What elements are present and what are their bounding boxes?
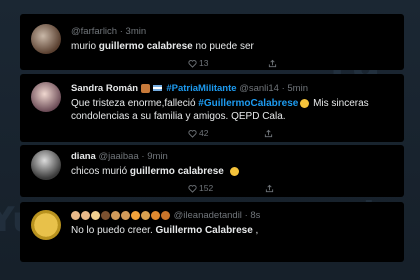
crying-emoji-icon (300, 98, 310, 108)
tweet-text: No lo puedo creer. Guillermo Calabrese , (71, 225, 259, 236)
like-icon[interactable] (188, 58, 197, 68)
tweet-header: @ileanadetandil · 8s (71, 210, 260, 221)
like-icon[interactable] (188, 128, 197, 138)
tweet-time[interactable]: 3min (126, 26, 147, 37)
hashtag-link[interactable]: #GuillermoCalabrese (198, 98, 298, 109)
tweet-card[interactable]: Sandra Román #PatriaMilitante @sanli14 ·… (20, 74, 404, 142)
sad-emoji-icon (229, 166, 239, 176)
avatar[interactable] (31, 24, 61, 54)
tweet-time[interactable]: 8s (250, 210, 260, 221)
tweet-text: chicos murió guillermo calabrese (71, 165, 394, 178)
user-hashtag[interactable]: #PatriaMilitante (166, 83, 236, 94)
tweet-actions: 13 (188, 58, 277, 68)
tweet-text: Que tristeza enorme,falleció #GuillermoC… (71, 98, 369, 122)
like-count: 13 (199, 58, 209, 68)
avatar[interactable] (31, 82, 61, 112)
share-icon[interactable] (268, 58, 277, 68)
tweet-time[interactable]: 5min (287, 83, 308, 94)
avatar[interactable] (31, 210, 61, 240)
tweet-header: @farfarlich · 3min (71, 26, 147, 37)
tweet-card[interactable]: diana @jaaibaa · 9min chicos murió guill… (20, 145, 404, 197)
emoji-name-icons (71, 210, 174, 221)
tweet-handle[interactable]: @jaaibaa (98, 151, 138, 162)
tweet-actions: 42 (188, 128, 273, 138)
tweet-handle[interactable]: @farfarlich (71, 26, 117, 37)
tweet-user[interactable]: Sandra Román (71, 83, 138, 94)
emoji-icon (140, 83, 150, 93)
tweet-header: Sandra Román #PatriaMilitante @sanli14 ·… (71, 83, 308, 94)
share-icon[interactable] (264, 128, 273, 138)
like-count: 42 (199, 128, 209, 138)
tweet-time[interactable]: 9min (147, 151, 168, 162)
tweet-handle[interactable]: @sanli14 (239, 83, 279, 94)
tweet-card[interactable]: @ileanadetandil · 8s No lo puedo creer. … (20, 202, 404, 262)
tweet-user[interactable]: diana (71, 151, 96, 162)
tweet-actions: 152 (188, 183, 274, 193)
like-icon[interactable] (188, 183, 197, 193)
tweet-header: diana @jaaibaa · 9min (71, 151, 168, 162)
tweet-card[interactable]: @farfarlich · 3min murio guillermo calab… (20, 14, 404, 70)
avatar[interactable] (31, 150, 61, 180)
like-count: 152 (199, 183, 214, 193)
tweet-text: murio guillermo calabrese no puede ser (71, 41, 254, 52)
flag-icon (152, 85, 162, 92)
tweet-handle[interactable]: @ileanadetandil (174, 210, 242, 221)
share-icon[interactable] (265, 183, 274, 193)
